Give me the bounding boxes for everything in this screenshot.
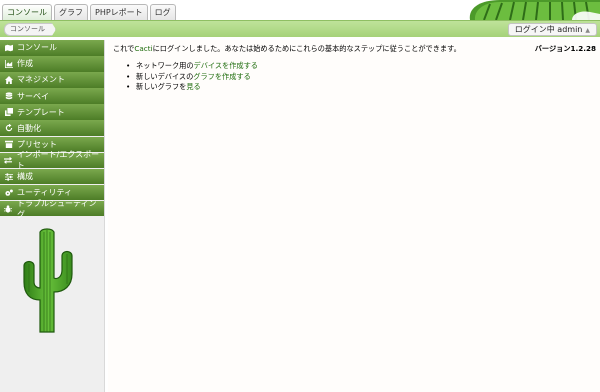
welcome-text-post: にログインしました。あなたは始めるためにこれらの基本的なステップに従うことができ… xyxy=(152,44,461,53)
copy-icon xyxy=(4,108,13,117)
sidebar-item-label: インポート/エクスポート xyxy=(16,150,100,171)
welcome-text-pre: これで xyxy=(113,44,135,53)
sidebar: コンソール 作成 マネジメント サーベイ テンプレート 自動化 プリセット イン… xyxy=(0,40,105,392)
cogs-icon xyxy=(4,188,13,197)
list-item: 新しいデバイスのグラフを作成する xyxy=(126,72,258,83)
tab-php-reports[interactable]: PHPレポート xyxy=(90,4,148,20)
map-icon xyxy=(4,43,13,52)
exchange-icon xyxy=(4,156,13,165)
view-graphs-link[interactable]: 見る xyxy=(186,82,200,91)
list-item: ネットワーク用のデバイスを作成する xyxy=(126,61,258,72)
sidebar-item-label: マネジメント xyxy=(17,75,65,85)
sidebar-item-import-export[interactable]: インポート/エクスポート xyxy=(0,150,104,170)
sidebar-item-survey[interactable]: サーベイ xyxy=(0,88,104,104)
list-item: 新しいグラフを見る xyxy=(126,82,258,93)
cactus-banner-image xyxy=(350,0,600,20)
cactus-logo xyxy=(20,228,76,336)
getting-started-steps: ネットワーク用のデバイスを作成する 新しいデバイスのグラフを作成する 新しいグラ… xyxy=(126,61,258,93)
tab-graphs[interactable]: グラフ xyxy=(54,4,88,20)
sidebar-item-label: ユーティリティ xyxy=(17,188,73,198)
sidebar-item-label: 構成 xyxy=(17,172,33,181)
sidebar-item-troubleshooting[interactable]: トラブルシューティング xyxy=(0,198,104,219)
version-label: バージョン1.2.28 xyxy=(534,44,596,53)
tab-console[interactable]: コンソール xyxy=(2,4,52,20)
sidebar-item-automation[interactable]: 自動化 xyxy=(0,120,104,136)
step-text: ネットワーク用の xyxy=(136,61,194,70)
caret-up-icon: ▲ xyxy=(585,27,590,34)
tab-logs[interactable]: ログ xyxy=(149,4,176,20)
database-icon xyxy=(4,92,13,101)
create-devices-link[interactable]: デバイスを作成する xyxy=(194,61,258,70)
sidebar-item-label: サーベイ xyxy=(17,91,49,101)
sidebar-item-label: 自動化 xyxy=(17,123,41,133)
home-icon xyxy=(4,75,13,84)
bug-icon xyxy=(4,204,13,213)
breadcrumb-bar: コンソール ログイン中 admin ▲ xyxy=(0,20,600,37)
sidebar-item-label: 作成 xyxy=(17,59,33,69)
step-text: 新しいデバイスの xyxy=(136,71,194,81)
cacti-brand-text: Cacti xyxy=(134,44,153,53)
sidebar-item-templates[interactable]: テンプレート xyxy=(0,104,104,120)
main-content: これでCactiにログインしました。あなたは始めるためにこれらの基本的なステップ… xyxy=(108,40,600,392)
top-tab-bar: コンソール グラフ PHPレポート ログ xyxy=(0,0,600,20)
main-tabs: コンソール グラフ PHPレポート ログ xyxy=(2,4,176,20)
welcome-message: これでCactiにログインしました。あなたは始めるためにこれらの基本的なステップ… xyxy=(113,44,461,54)
sidebar-item-label: プリセット xyxy=(17,139,57,149)
sidebar-item-console[interactable]: コンソール xyxy=(0,40,104,56)
sidebar-item-management[interactable]: マネジメント xyxy=(0,72,104,88)
user-menu-button[interactable]: ログイン中 admin ▲ xyxy=(507,23,597,36)
sidebar-item-create[interactable]: 作成 xyxy=(0,56,104,72)
sidebar-item-label: テンプレート xyxy=(17,107,65,117)
sidebar-item-label: トラブルシューティング xyxy=(16,198,97,219)
archive-icon xyxy=(4,140,13,149)
user-menu-label: ログイン中 admin xyxy=(514,25,583,34)
sliders-icon xyxy=(4,172,13,181)
create-graphs-link[interactable]: グラフを作成する xyxy=(193,72,251,81)
breadcrumb[interactable]: コンソール xyxy=(4,23,56,36)
sidebar-item-label: コンソール xyxy=(17,43,57,53)
chart-icon xyxy=(4,59,13,68)
step-text: 新しいグラフを xyxy=(136,82,187,91)
refresh-icon xyxy=(4,124,13,133)
